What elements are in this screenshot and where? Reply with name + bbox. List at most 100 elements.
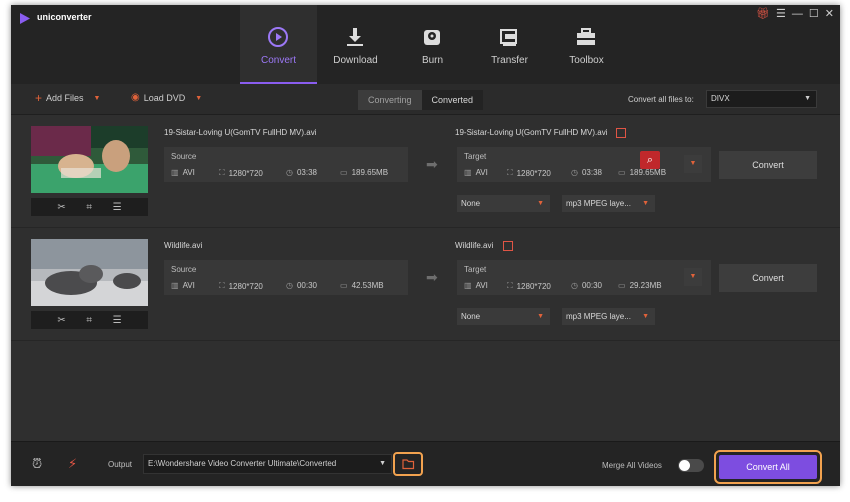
target-filename: Wildlife.avi	[455, 241, 494, 250]
thumbnail[interactable]: ✂ ⌗ ☰	[31, 239, 148, 329]
source-title: Source	[171, 152, 197, 161]
convert-button[interactable]: Convert	[719, 151, 817, 179]
chevron-down-icon: ▼	[537, 200, 544, 207]
source-duration-value: 00:30	[296, 281, 318, 290]
app-name: uniconverter	[37, 12, 92, 22]
burn-icon	[424, 30, 440, 45]
thumbnail-tools: ✂ ⌗ ☰	[31, 198, 148, 216]
source-filename: 19-Sistar-Loving U(GomTV FullHD MV).avi	[164, 128, 317, 137]
menu-icon[interactable]: ☰	[776, 9, 786, 20]
tab-converted[interactable]: Converted	[421, 90, 484, 110]
clock-icon: ◷	[286, 168, 293, 177]
target-title: Target	[464, 265, 487, 274]
scissors-icon[interactable]: ✂	[57, 202, 65, 213]
toolbar: + Add Files ▼ ◉ Load DVD ▼ Converting Co…	[11, 84, 840, 115]
scissors-icon[interactable]: ✂	[57, 315, 65, 326]
close-icon[interactable]: ✕	[825, 9, 834, 20]
download-icon	[347, 28, 363, 46]
tab-burn[interactable]: Burn	[394, 5, 471, 84]
edit-icon[interactable]	[616, 128, 626, 138]
load-dvd-button[interactable]: ◉ Load DVD ▼	[131, 92, 202, 104]
target-format-dropdown[interactable]: ▼	[684, 268, 702, 286]
gift-icon[interactable]: 🎁︎	[756, 9, 770, 20]
target-size: ▭ 29.23MB	[618, 281, 662, 290]
resolution-icon: ⛶	[219, 281, 225, 290]
source-panel: Source ▥ AVI ⛶ 1280*720 ◷ 00:30 ▭ 42.53MB	[164, 260, 408, 295]
tab-burn-label: Burn	[421, 55, 444, 66]
target-format-dropdown[interactable]: ▼	[684, 155, 702, 173]
folder-icon: ▭	[618, 281, 626, 290]
output-path-select[interactable]: E:\Wondershare Video Converter Ultimate\…	[143, 454, 392, 474]
chevron-down-icon: ▼	[642, 313, 649, 320]
thumbnail[interactable]: ✂ ⌗ ☰	[31, 126, 148, 216]
target-size-value: 189.65MB	[629, 168, 667, 177]
source-resolution-value: 1280*720	[228, 281, 263, 291]
folder-icon: ▭	[340, 168, 348, 177]
tab-converting[interactable]: Converting	[358, 90, 422, 110]
source-size: ▭ 189.65MB	[340, 168, 388, 177]
chevron-down-icon[interactable]: ▼	[94, 95, 101, 102]
source-size-value: 189.65MB	[351, 168, 389, 177]
tab-download-label: Download	[333, 55, 378, 66]
target-duration: ◷ 00:30	[571, 281, 602, 290]
effects-icon[interactable]: ☰	[113, 315, 122, 326]
source-resolution-value: 1280*720	[228, 168, 263, 178]
crop-icon[interactable]: ⌗	[86, 315, 92, 326]
tab-convert[interactable]: Convert	[240, 5, 317, 84]
source-format-value: AVI	[182, 168, 195, 177]
output-label: Output	[108, 460, 133, 469]
merge-all-label: Merge All Videos	[602, 461, 662, 470]
folder-icon	[402, 459, 415, 470]
source-format-value: AVI	[182, 281, 195, 290]
merge-toggle[interactable]	[678, 459, 704, 472]
status-segmented-control: Converting Converted	[358, 90, 484, 110]
chevron-down-icon: ▼	[379, 460, 386, 467]
convert-button[interactable]: Convert	[719, 264, 817, 292]
source-duration: ◷ 03:38	[286, 168, 317, 177]
top-bar: uniconverter 🎁︎ ☰ — ☐ ✕ Convert Download…	[11, 5, 840, 84]
source-resolution: ⛶ 1280*720	[219, 168, 263, 178]
thumbnail-tools: ✂ ⌗ ☰	[31, 311, 148, 329]
minimize-icon[interactable]: —	[792, 9, 803, 20]
dvd-icon: ◉	[131, 92, 140, 103]
source-format: ▥ AVI	[171, 168, 195, 177]
target-panel: Target ▥ AVI ⛶ 1280*720 ◷ 03:38 ▭ 189.65MB	[457, 147, 711, 182]
audio-select[interactable]: mp3 MPEG laye... ▼	[562, 195, 655, 212]
open-folder-button[interactable]	[393, 452, 423, 476]
audio-value: mp3 MPEG laye...	[566, 312, 631, 321]
source-title: Source	[171, 265, 197, 274]
source-size: ▭ 42.53MB	[340, 281, 384, 290]
film-icon: ▥	[171, 168, 179, 177]
target-format: ▥ AVI	[464, 168, 488, 177]
subtitle-select[interactable]: None ▼	[457, 308, 550, 325]
lightning-icon[interactable]: ⚡︎	[68, 456, 77, 472]
subtitle-select[interactable]: None ▼	[457, 195, 550, 212]
tab-transfer[interactable]: Transfer	[471, 5, 548, 84]
effects-icon[interactable]: ☰	[113, 202, 122, 213]
footer-bar: ⏰︎ ⚡︎ Output E:\Wondershare Video Conver…	[11, 441, 840, 486]
arrow-right-icon: ➡	[426, 269, 438, 285]
convert-all-button[interactable]: Convert All	[719, 455, 817, 479]
tab-toolbox[interactable]: Toolbox	[548, 5, 625, 84]
tab-convert-label: Convert	[260, 55, 296, 66]
tab-download[interactable]: Download	[317, 5, 394, 84]
toggle-knob	[679, 460, 690, 471]
crop-icon[interactable]: ⌗	[86, 202, 92, 213]
main-nav: Convert Download Burn Transfer Toolbox	[240, 5, 625, 84]
arrow-right-icon: ➡	[426, 156, 438, 172]
audio-select[interactable]: mp3 MPEG laye... ▼	[562, 308, 655, 325]
edit-icon[interactable]	[503, 241, 513, 251]
add-files-button[interactable]: + Add Files ▼	[35, 92, 101, 104]
search-icon[interactable]: ⌕	[640, 151, 660, 169]
output-format-select[interactable]: DIVX ▼	[706, 90, 817, 108]
load-dvd-label: Load DVD	[143, 93, 186, 103]
clock-icon: ◷	[571, 168, 578, 177]
subtitle-value: None	[461, 199, 481, 208]
alarm-clock-icon[interactable]: ⏰︎	[32, 456, 42, 472]
source-resolution: ⛶ 1280*720	[219, 281, 263, 291]
source-filename: Wildlife.avi	[164, 241, 203, 250]
chevron-down-icon[interactable]: ▼	[195, 95, 202, 102]
app-window: uniconverter 🎁︎ ☰ — ☐ ✕ Convert Download…	[11, 5, 840, 486]
maximize-icon[interactable]: ☐	[809, 9, 819, 20]
resolution-icon: ⛶	[507, 281, 513, 290]
